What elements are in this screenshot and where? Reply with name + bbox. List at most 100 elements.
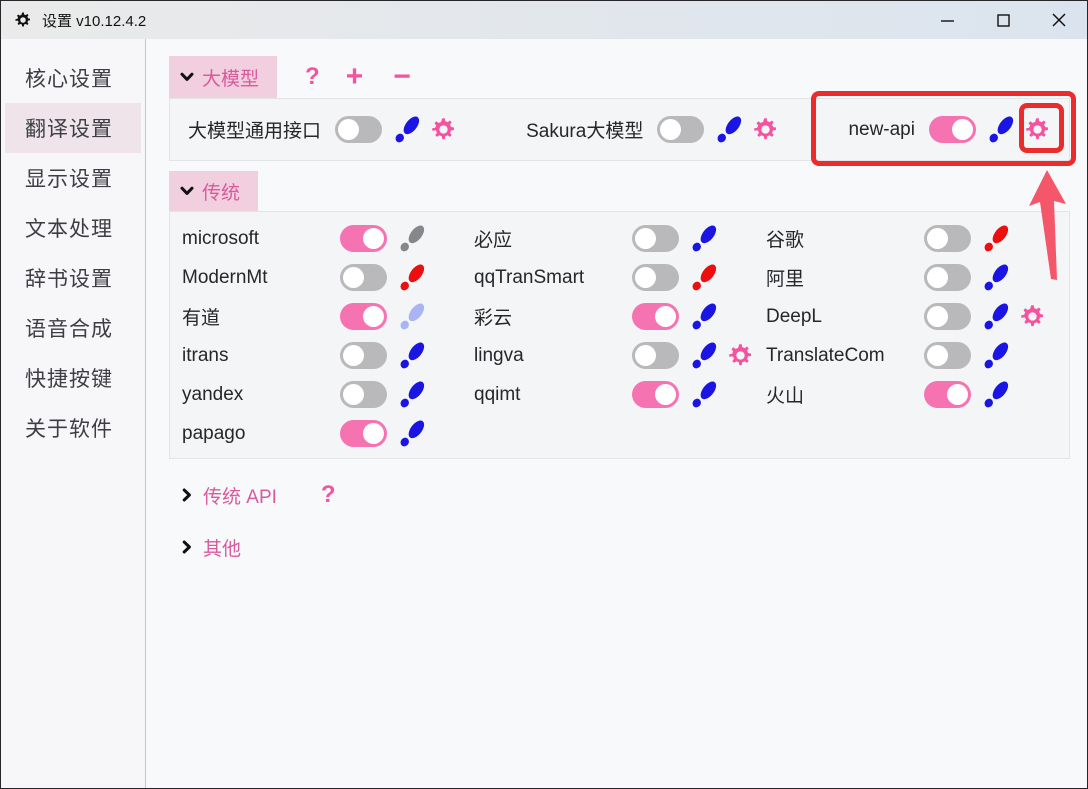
brush-icon[interactable] — [689, 262, 720, 293]
service-label: Sakura大模型 — [526, 116, 643, 143]
service-toggle[interactable] — [632, 342, 679, 369]
minimize-icon — [940, 13, 955, 28]
service-toggle[interactable] — [340, 381, 387, 408]
llm-remove-button[interactable]: − — [393, 63, 411, 91]
sidebar-item[interactable]: 显示设置 — [5, 153, 141, 203]
service-column: microsoftModernMt有道itransyandexpapago — [182, 225, 474, 447]
settings-gear-icon[interactable] — [1019, 303, 1046, 330]
service-label: 大模型通用接口 — [188, 116, 321, 143]
toggle-knob — [363, 306, 384, 327]
toggle-knob — [952, 119, 973, 140]
maximize-button[interactable] — [975, 1, 1031, 39]
llm-add-button[interactable]: + — [346, 63, 364, 91]
brush-icon[interactable] — [689, 340, 720, 371]
brush-icon[interactable] — [981, 340, 1012, 371]
service-toggle[interactable] — [924, 264, 971, 291]
close-button[interactable] — [1031, 1, 1087, 39]
llm-help-icon[interactable]: ? — [305, 63, 320, 91]
settings-gear-icon[interactable] — [1024, 116, 1051, 143]
service-item: Sakura大模型 — [526, 116, 779, 143]
service-toggle[interactable] — [340, 420, 387, 447]
service-label: qqimt — [474, 384, 632, 406]
brush-icon[interactable] — [714, 114, 745, 145]
service-label: 谷歌 — [766, 225, 924, 252]
brush-icon[interactable] — [397, 301, 428, 332]
section-header-other[interactable]: 其他 — [169, 533, 241, 561]
service-item: new-api — [848, 116, 1051, 143]
service-item: lingva — [474, 342, 766, 369]
toggle-knob — [660, 119, 681, 140]
sidebar-item[interactable]: 辞书设置 — [5, 253, 141, 303]
service-label: TranslateCom — [766, 345, 924, 367]
service-toggle[interactable] — [340, 225, 387, 252]
service-toggle[interactable] — [657, 116, 704, 143]
brush-icon[interactable] — [986, 114, 1017, 145]
service-label: papago — [182, 423, 340, 445]
toggle-knob — [363, 228, 384, 249]
sidebar-item[interactable]: 核心设置 — [5, 53, 141, 103]
service-toggle[interactable] — [929, 116, 976, 143]
service-item: 谷歌 — [766, 225, 1057, 252]
toggle-knob — [343, 345, 364, 366]
service-toggle[interactable] — [632, 264, 679, 291]
maximize-icon — [996, 13, 1011, 28]
settings-gear-icon[interactable] — [727, 342, 754, 369]
brush-icon[interactable] — [397, 379, 428, 410]
service-toggle[interactable] — [632, 303, 679, 330]
sidebar-item[interactable]: 关于软件 — [5, 403, 141, 453]
toggle-knob — [927, 306, 948, 327]
service-toggle[interactable] — [632, 381, 679, 408]
toggle-knob — [655, 306, 676, 327]
section-header-llm[interactable]: 大模型 — [169, 56, 277, 98]
window-title: 设置 v10.12.4.2 — [42, 10, 146, 31]
minimize-button[interactable] — [919, 1, 975, 39]
toggle-knob — [655, 384, 676, 405]
brush-icon[interactable] — [397, 262, 428, 293]
close-icon — [1051, 12, 1067, 28]
llm-section-header-row: 大模型 ? + − — [169, 56, 1087, 98]
service-toggle[interactable] — [924, 225, 971, 252]
brush-icon[interactable] — [397, 418, 428, 449]
service-toggle[interactable] — [340, 342, 387, 369]
service-toggle[interactable] — [340, 303, 387, 330]
settings-window: 设置 v10.12.4.2 核心设置翻译设置显示设置文本处理辞书设置语音合成快捷… — [0, 0, 1088, 789]
sidebar-item[interactable]: 翻译设置 — [5, 103, 141, 153]
brush-icon[interactable] — [689, 301, 720, 332]
settings-gear-icon[interactable] — [752, 116, 779, 143]
service-label: DeepL — [766, 306, 924, 328]
service-toggle[interactable] — [340, 264, 387, 291]
toggle-knob — [947, 384, 968, 405]
service-toggle[interactable] — [924, 303, 971, 330]
brush-icon[interactable] — [981, 262, 1012, 293]
traditional-api-help-icon[interactable]: ? — [321, 481, 336, 509]
chevron-right-icon — [179, 487, 195, 503]
service-toggle[interactable] — [924, 381, 971, 408]
sidebar-item[interactable]: 文本处理 — [5, 203, 141, 253]
brush-icon[interactable] — [981, 301, 1012, 332]
service-label: lingva — [474, 345, 632, 367]
section-label-other: 其他 — [203, 534, 241, 561]
toggle-knob — [363, 423, 384, 444]
service-label: 火山 — [766, 381, 924, 408]
section-header-traditional[interactable]: 传统 — [169, 171, 258, 211]
section-header-traditional-api[interactable]: 传统 API ? — [169, 481, 336, 509]
sidebar-item[interactable]: 语音合成 — [5, 303, 141, 353]
brush-icon[interactable] — [397, 223, 428, 254]
settings-gear-icon[interactable] — [430, 116, 457, 143]
service-toggle[interactable] — [632, 225, 679, 252]
brush-icon[interactable] — [392, 114, 423, 145]
section-label-traditional: 传统 — [202, 178, 240, 205]
service-label: 有道 — [182, 303, 340, 330]
brush-icon[interactable] — [981, 223, 1012, 254]
toggle-knob — [927, 345, 948, 366]
service-toggle[interactable] — [924, 342, 971, 369]
section-label-llm: 大模型 — [202, 64, 259, 91]
chevron-down-icon — [179, 183, 195, 199]
brush-icon[interactable] — [689, 379, 720, 410]
brush-icon[interactable] — [397, 340, 428, 371]
toggle-knob — [343, 267, 364, 288]
sidebar-item[interactable]: 快捷按键 — [5, 353, 141, 403]
brush-icon[interactable] — [689, 223, 720, 254]
service-toggle[interactable] — [335, 116, 382, 143]
brush-icon[interactable] — [981, 379, 1012, 410]
